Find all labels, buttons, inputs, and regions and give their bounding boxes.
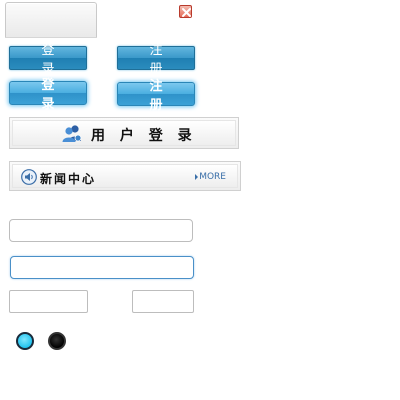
login-button-hover[interactable]: 登 录	[9, 78, 87, 112]
register-button-hover[interactable]: 注 册	[117, 79, 195, 113]
user-login-title-bar: 用 户 登 录	[9, 117, 239, 149]
users-icon	[61, 124, 83, 142]
text-input-focused[interactable]	[10, 256, 194, 279]
user-login-title: 用 户 登 录	[91, 128, 197, 144]
news-center-title-bar: 新闻中心 MORE	[9, 161, 241, 191]
news-center-title: 新闻中心	[40, 172, 97, 186]
radio-button-unselected[interactable]	[48, 332, 66, 350]
login-button[interactable]: 登 录	[9, 43, 87, 77]
top-tab[interactable]	[5, 2, 97, 38]
text-input-1[interactable]	[9, 219, 193, 242]
close-icon[interactable]	[179, 5, 192, 18]
small-input-right[interactable]	[132, 290, 194, 313]
more-arrow-icon	[195, 174, 198, 180]
radio-button-selected[interactable]	[16, 332, 34, 350]
register-button[interactable]: 注 册	[117, 43, 195, 77]
more-link[interactable]: MORE	[199, 172, 226, 182]
speaker-icon	[21, 169, 37, 185]
small-input-left[interactable]	[9, 290, 88, 313]
